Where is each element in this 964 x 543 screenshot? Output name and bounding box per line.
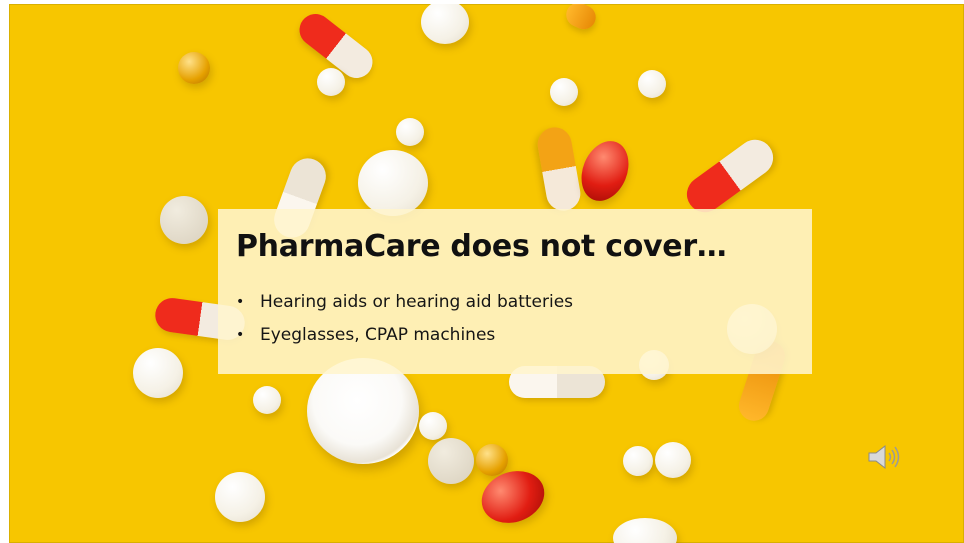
content-box: PharmaCare does not cover… • Hearing aid…	[218, 209, 812, 374]
slide: PharmaCare does not cover… • Hearing aid…	[9, 4, 964, 543]
pill-tablet	[428, 438, 474, 484]
pill-gel	[178, 52, 210, 84]
pill-tablet	[638, 70, 666, 98]
pill-tablet	[613, 518, 677, 543]
pill-tablet	[358, 150, 428, 216]
bullet-marker: •	[236, 326, 245, 343]
bullet-text: Eyeglasses, CPAP machines	[260, 324, 496, 345]
pill-tablet	[253, 386, 281, 414]
pill-tablet	[396, 118, 424, 146]
bullet-text: Hearing aids or hearing aid batteries	[260, 291, 574, 312]
pill-capsule	[679, 132, 781, 220]
bullet-item: • Eyeglasses, CPAP machines	[236, 318, 573, 351]
pill-capsule	[534, 124, 584, 214]
pill-gel	[476, 444, 508, 476]
window-left-edge	[0, 0, 9, 543]
pill-tablet	[655, 442, 691, 478]
pill-tablet	[419, 412, 447, 440]
pill-tablet	[215, 472, 265, 522]
slide-title: PharmaCare does not cover…	[236, 229, 727, 264]
pill-tablet	[160, 196, 208, 244]
bullet-marker: •	[236, 293, 245, 310]
bullet-list: • Hearing aids or hearing aid batteries …	[236, 285, 573, 351]
bullet-item: • Hearing aids or hearing aid batteries	[236, 285, 573, 318]
pill-gel	[572, 134, 638, 208]
pill-tablet	[623, 446, 653, 476]
pill-capsule	[562, 4, 600, 34]
pill-tablet	[317, 68, 345, 96]
speaker-icon[interactable]	[866, 444, 902, 470]
pill-tablet	[550, 78, 578, 106]
pill-tablet	[133, 348, 183, 398]
pill-tablet	[421, 4, 469, 44]
